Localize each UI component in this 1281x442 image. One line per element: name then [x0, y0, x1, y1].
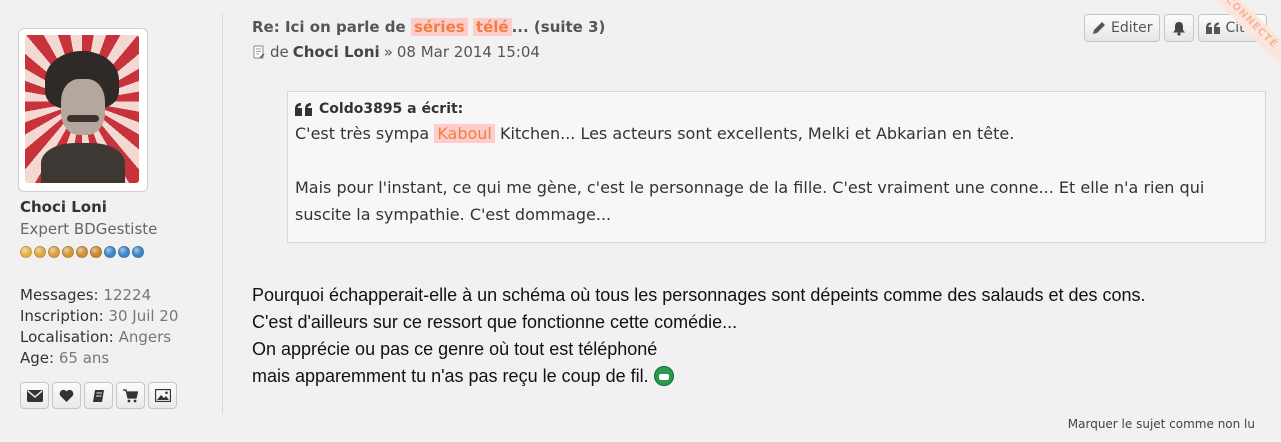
column-divider [222, 14, 223, 414]
quote-icon [1206, 22, 1221, 34]
collection-button[interactable] [84, 382, 113, 409]
post-link-icon[interactable] [252, 45, 266, 59]
stat-value: 12224 [103, 286, 152, 304]
rank-dots [20, 246, 144, 258]
title-highlight: télé [472, 18, 512, 36]
body-line: Pourquoi échapperait-elle à un schéma où… [252, 285, 1146, 305]
grin-smiley-icon [653, 366, 674, 386]
post-date: 08 Mar 2014 15:04 [396, 43, 540, 61]
stat-label: Localisation: [20, 328, 114, 346]
meta-separator: » [383, 43, 393, 61]
avatar-frame[interactable] [18, 28, 148, 192]
heart-icon [59, 389, 74, 402]
quote-block: Coldo3895 a écrit: C'est très sympa Kabo… [287, 91, 1266, 243]
body-line: C'est d'ailleurs sur ce ressort que fonc… [252, 312, 738, 332]
stat-age: Age: 65 ans [20, 348, 178, 369]
post-body: Pourquoi échapperait-elle à un schéma où… [252, 282, 1146, 390]
stat-location: Localisation: Angers [20, 327, 178, 348]
rank-dot [20, 246, 32, 258]
cart-button[interactable] [116, 382, 145, 409]
quote-text-segment: C'est très sympa [295, 124, 430, 143]
mark-unread-link[interactable]: Marquer le sujet comme non lu [1068, 417, 1255, 431]
quote-mark-icon [295, 102, 312, 116]
stat-label: Inscription: [20, 307, 104, 325]
favorite-button[interactable] [52, 382, 81, 409]
search-highlight: Kaboul [434, 124, 495, 143]
cart-icon [123, 388, 138, 402]
stat-inscription: Inscription: 30 Juil 20 [20, 306, 178, 327]
stat-messages: Messages: 12224 [20, 285, 178, 306]
envelope-icon [26, 389, 43, 402]
pencil-icon [1092, 22, 1105, 34]
rank-dot [90, 246, 102, 258]
gallery-button[interactable] [148, 382, 177, 409]
title-suffix: ... (suite 3) [511, 18, 606, 36]
rank-dot [34, 246, 46, 258]
avatar[interactable] [25, 35, 139, 183]
body-line: mais apparemment tu n'as pas reçu le cou… [252, 363, 1146, 390]
rank-dot [62, 246, 74, 258]
stat-label: Messages: [20, 286, 99, 304]
stat-value: 65 ans [58, 349, 110, 367]
meta-by: de [270, 43, 289, 61]
avatar-face [61, 79, 105, 135]
edit-button[interactable]: Editer [1083, 14, 1161, 42]
post-meta: de Choci Loni » 08 Mar 2014 15:04 [252, 43, 540, 61]
quote-author: Coldo3895 a écrit: [319, 101, 464, 117]
title-prefix: Re: Ici on parle de [252, 18, 406, 36]
book-icon [92, 389, 104, 402]
rank-dot [118, 246, 130, 258]
title-highlight: séries [410, 18, 468, 36]
profile-rank: Expert BDGestiste [20, 220, 158, 238]
quote-text: C'est très sympa Kaboul Kitchen... Les a… [295, 120, 1258, 228]
bell-icon [1173, 21, 1186, 36]
avatar-body [41, 143, 125, 183]
body-line-text: mais apparemment tu n'as pas reçu le cou… [252, 366, 649, 386]
post-author-link[interactable]: Choci Loni [293, 43, 380, 61]
pm-button[interactable] [20, 382, 49, 409]
stat-value: Angers [118, 328, 172, 346]
quote-text-segment: Kitchen... Les acteurs sont excellents, … [499, 124, 1015, 143]
rank-dot [104, 246, 116, 258]
quote-header: Coldo3895 a écrit: [295, 101, 1258, 117]
contact-buttons [20, 382, 177, 409]
stat-label: Age: [20, 349, 55, 367]
profile-username[interactable]: Choci Loni [20, 198, 107, 216]
stat-value: 30 Juil 20 [108, 307, 179, 325]
quote-paragraph: Mais pour l'instant, ce qui me gène, c'e… [295, 178, 1205, 224]
image-icon [154, 389, 171, 402]
post-title[interactable]: Re: Ici on parle de séries télé... (suit… [252, 18, 605, 36]
notify-button[interactable] [1164, 14, 1195, 42]
avatar-mustache [67, 115, 99, 122]
rank-dot [48, 246, 60, 258]
edit-label: Editer [1110, 20, 1153, 36]
user-profile: Choci Loni Expert BDGestiste Messages: 1… [0, 0, 222, 442]
profile-stats: Messages: 12224 Inscription: 30 Juil 20 … [20, 285, 178, 369]
quote-paragraph: C'est très sympa Kaboul Kitchen... Les a… [295, 120, 1258, 147]
body-line: On apprécie ou pas ce genre où tout est … [252, 339, 658, 359]
rank-dot [132, 246, 144, 258]
rank-dot [76, 246, 88, 258]
